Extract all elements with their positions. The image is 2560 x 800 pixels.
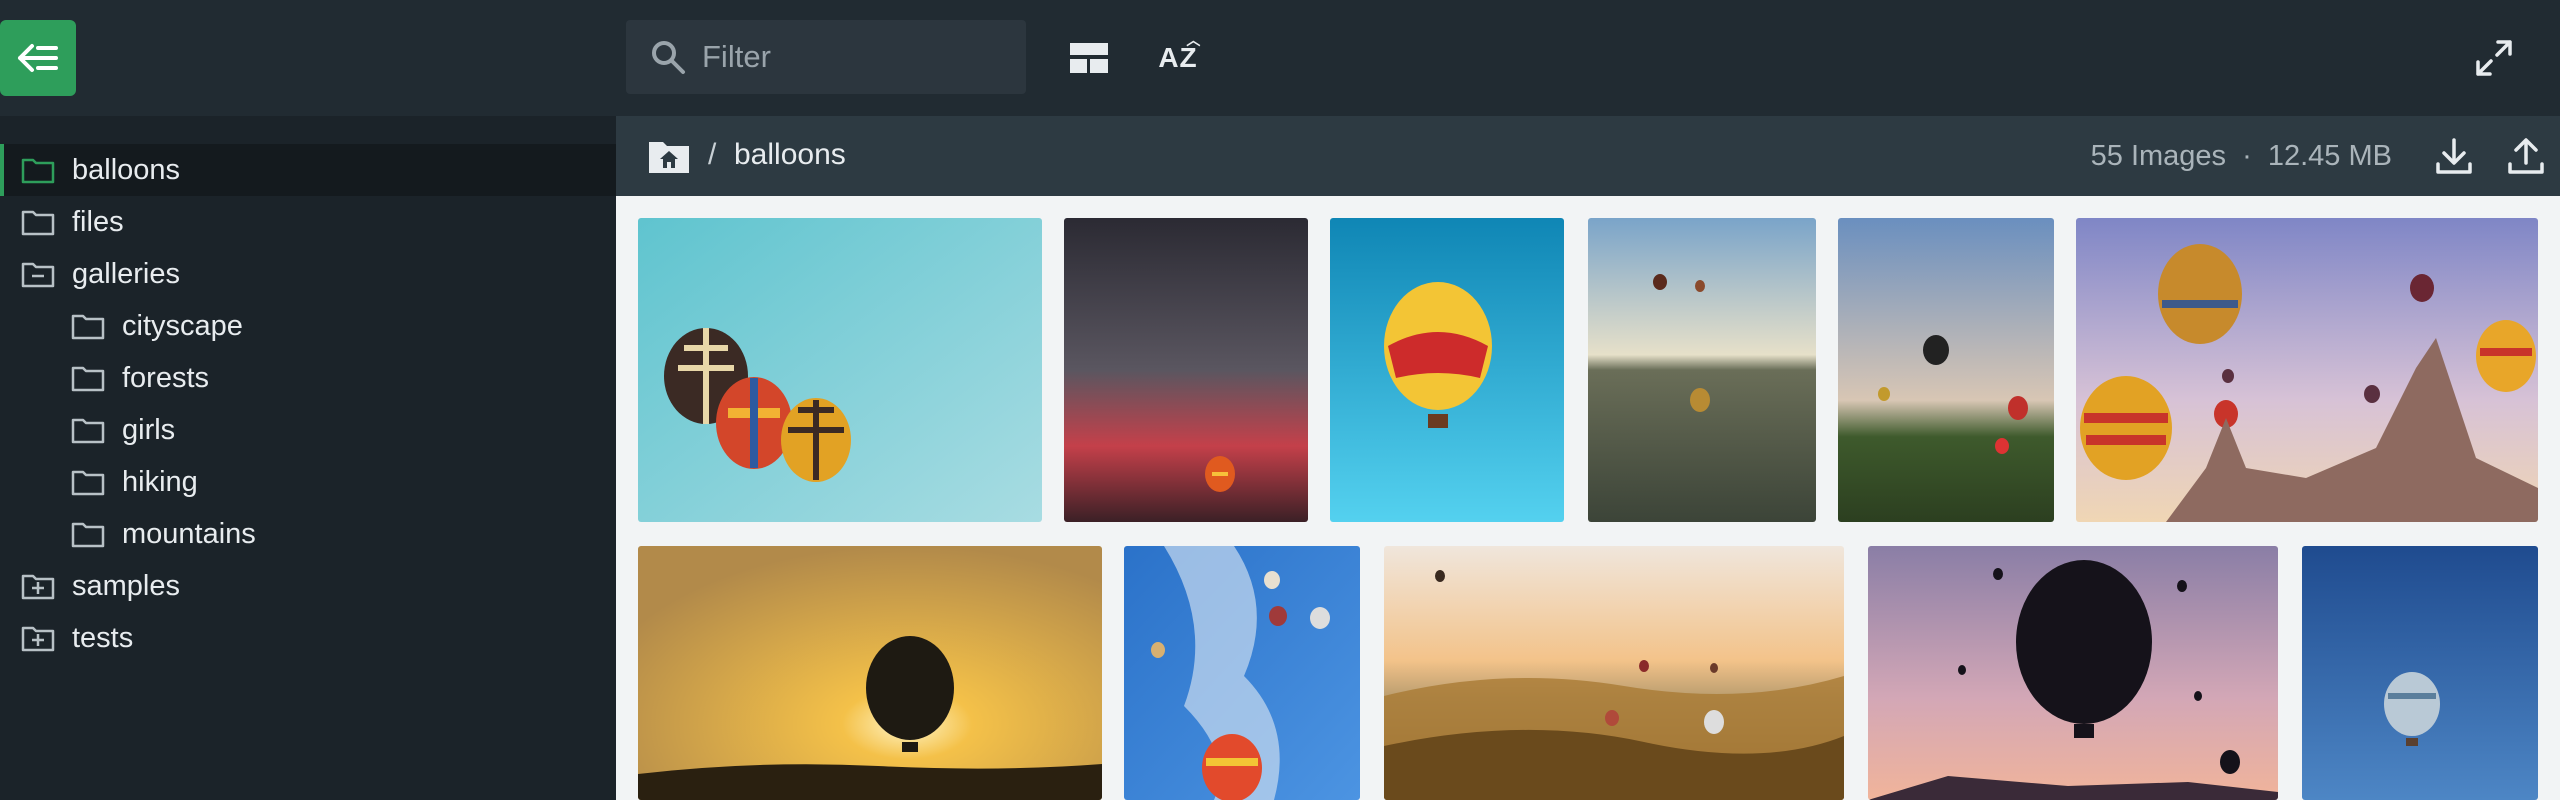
gallery-image-balloon-yellow-blue[interactable] xyxy=(1330,218,1564,522)
gallery-image-balloons-pink-sky[interactable] xyxy=(1868,546,2278,800)
sidebar-item-girls[interactable]: girls xyxy=(0,404,616,456)
sidebar-item-label: mountains xyxy=(122,517,256,550)
gallery-image-balloons-valley-sunrise[interactable] xyxy=(1384,546,1844,800)
expand-icon xyxy=(2476,40,2512,76)
gallery-image-balloon-sunset-silhouette[interactable] xyxy=(638,546,1102,800)
breadcrumb-current[interactable]: balloons xyxy=(734,138,846,172)
upload-button[interactable] xyxy=(2500,130,2552,182)
gallery-image-balloons-over-city[interactable] xyxy=(1588,218,1816,522)
top-bar: AZ︿ xyxy=(0,0,2560,116)
folder-plus-icon xyxy=(20,570,56,602)
upload-icon xyxy=(2508,138,2544,174)
folder-icon xyxy=(70,414,106,446)
toggle-sidebar-button[interactable] xyxy=(0,20,76,96)
stats-separator: · xyxy=(2242,140,2252,172)
arrow-left-lines-icon xyxy=(18,44,58,72)
sidebar-item-forests[interactable]: forests xyxy=(0,352,616,404)
folder-icon xyxy=(70,362,106,394)
sidebar-item-mountains[interactable]: mountains xyxy=(0,508,616,560)
sidebar-item-tests[interactable]: tests xyxy=(0,612,616,664)
folder-icon xyxy=(20,206,56,238)
sort-button[interactable]: AZ ︿ xyxy=(1150,30,1206,86)
sidebar-item-hiking[interactable]: hiking xyxy=(0,456,616,508)
sidebar-item-galleries[interactable]: galleries xyxy=(0,248,616,300)
fullscreen-button[interactable] xyxy=(2466,30,2522,86)
folder-icon xyxy=(70,310,106,342)
folder-home-icon xyxy=(649,142,689,173)
sidebar-item-files[interactable]: files xyxy=(0,196,616,248)
filter-box[interactable] xyxy=(626,20,1026,94)
sidebar-item-label: galleries xyxy=(72,257,180,290)
search-icon xyxy=(648,37,688,77)
sidebar-item-label: balloons xyxy=(72,153,181,186)
home-button[interactable] xyxy=(648,136,690,176)
sidebar-item-label: tests xyxy=(72,621,134,654)
gallery-image-balloons-over-forest[interactable] xyxy=(1838,218,2054,522)
folder-icon xyxy=(70,466,106,498)
sidebar-item-label: hiking xyxy=(122,465,198,498)
sidebar-item-label: girls xyxy=(122,413,176,446)
gallery-image-balloon-dusk-clouds[interactable] xyxy=(1064,218,1308,522)
sidebar-item-label: cityscape xyxy=(122,309,243,342)
sidebar-item-samples[interactable]: samples xyxy=(0,560,616,612)
layout-icon xyxy=(1070,43,1108,73)
breadcrumb: / balloons 55 Images · 12.45 MB xyxy=(616,116,2560,196)
folder-tree: balloons files galleries cityscape fores… xyxy=(0,116,616,800)
sidebar-item-label: files xyxy=(72,205,124,238)
folder-plus-icon xyxy=(20,622,56,654)
download-button[interactable] xyxy=(2428,130,2480,182)
sidebar-item-balloons[interactable]: balloons xyxy=(0,144,616,196)
folder-stats: 55 Images · 12.45 MB xyxy=(2091,140,2392,173)
folder-icon xyxy=(20,154,56,186)
folder-icon xyxy=(70,518,106,550)
sidebar-item-label: samples xyxy=(72,569,180,602)
layout-toggle-button[interactable] xyxy=(1061,30,1117,86)
folder-size: 12.45 MB xyxy=(2267,140,2392,172)
gallery-image-balloon-blue-single[interactable] xyxy=(2302,546,2538,800)
download-icon xyxy=(2436,138,2472,174)
folder-minus-icon xyxy=(20,258,56,290)
sort-az-icon: AZ ︿ xyxy=(1158,32,1202,73)
gallery-image-balloons-cappadocia-rocks[interactable] xyxy=(2076,218,2538,522)
filter-input[interactable] xyxy=(700,38,1004,76)
gallery-image-balloons-blue-sky-clouds[interactable] xyxy=(1124,546,1360,800)
gallery-image-balloons-trio-sky[interactable] xyxy=(638,218,1042,522)
sidebar-item-label: forests xyxy=(122,361,210,394)
breadcrumb-separator: / xyxy=(708,138,717,171)
sidebar-item-cityscape[interactable]: cityscape xyxy=(0,300,616,352)
image-count: 55 Images xyxy=(2090,140,2227,172)
